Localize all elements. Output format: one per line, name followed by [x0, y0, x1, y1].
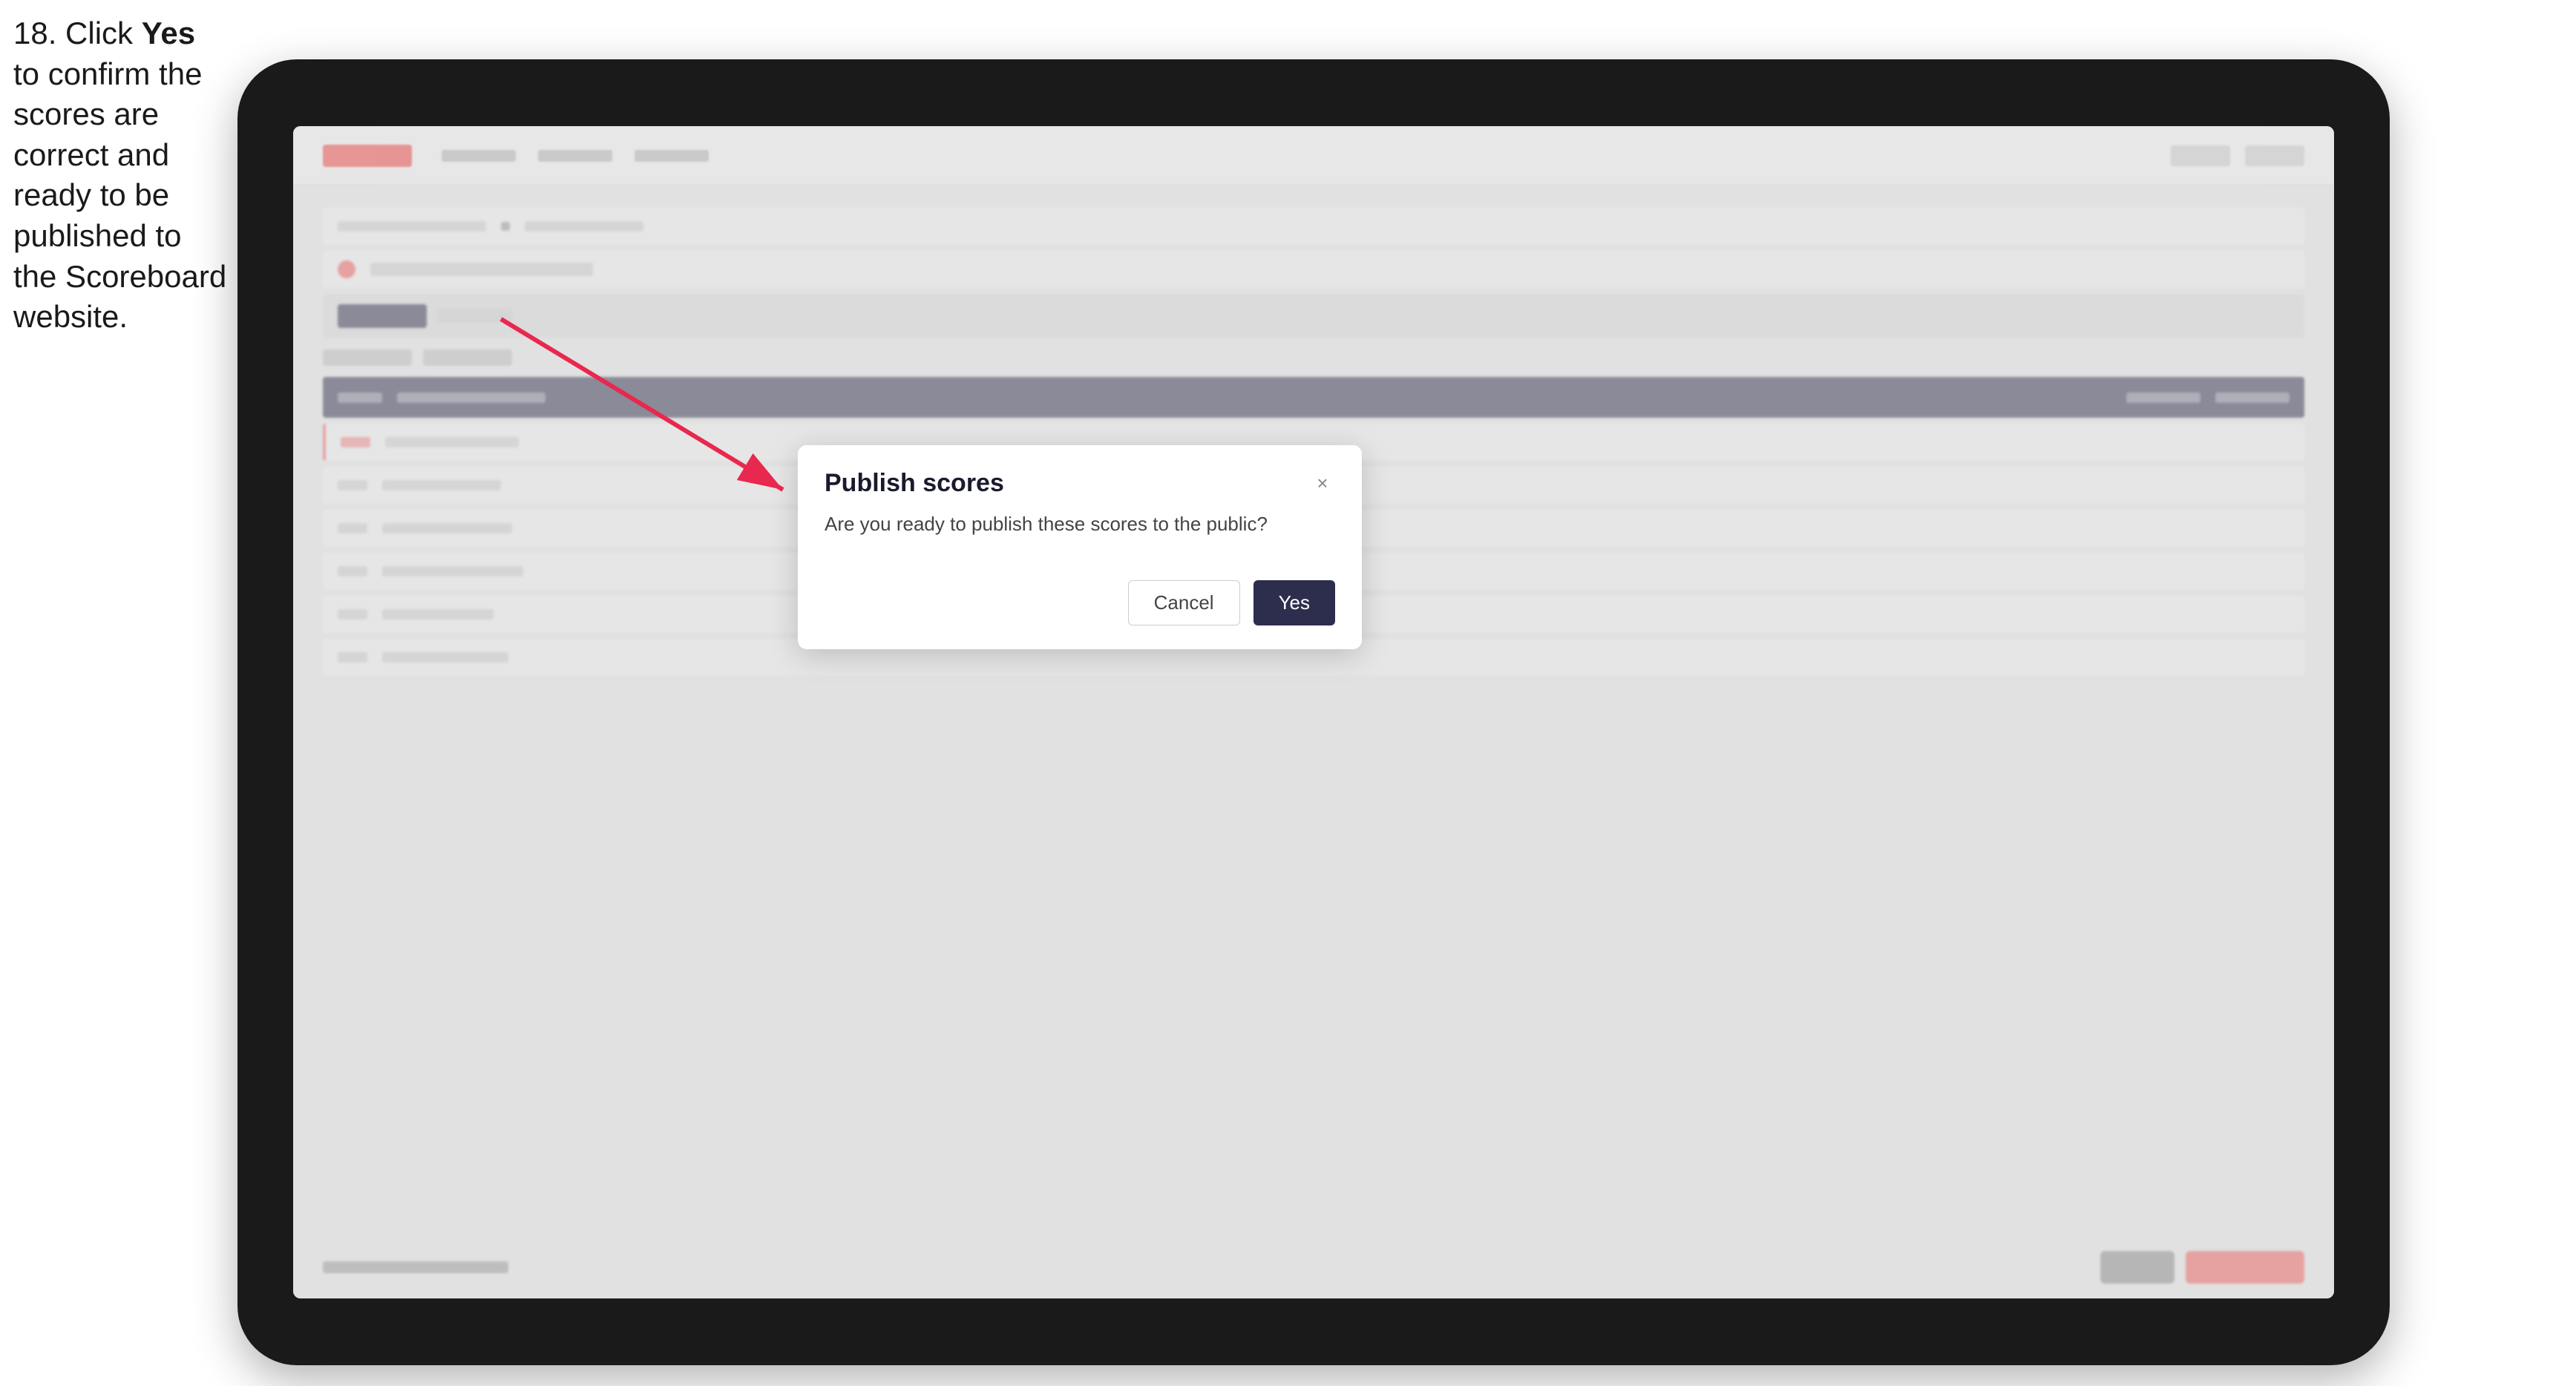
text-after: to confirm the scores are correct and re…	[13, 56, 226, 335]
modal-header: Publish scores ×	[798, 445, 1362, 513]
modal-overlay: Publish scores × Are you ready to publis…	[293, 126, 2334, 1298]
modal-body: Are you ready to publish these scores to…	[798, 513, 1362, 580]
modal-message: Are you ready to publish these scores to…	[825, 513, 1335, 536]
cancel-button[interactable]: Cancel	[1128, 580, 1240, 625]
instruction-text: 18. Click Yes to confirm the scores are …	[13, 13, 229, 338]
bold-yes: Yes	[142, 16, 195, 50]
yes-button[interactable]: Yes	[1253, 580, 1335, 625]
modal-footer: Cancel Yes	[798, 580, 1362, 649]
modal-close-button[interactable]: ×	[1310, 471, 1335, 496]
tablet-device: Publish scores × Are you ready to publis…	[237, 59, 2390, 1365]
modal-title: Publish scores	[825, 469, 1004, 498]
step-number: 18.	[13, 16, 56, 50]
text-before-bold: Click	[56, 16, 141, 50]
tablet-screen: Publish scores × Are you ready to publis…	[293, 126, 2334, 1298]
publish-scores-modal: Publish scores × Are you ready to publis…	[798, 445, 1362, 649]
